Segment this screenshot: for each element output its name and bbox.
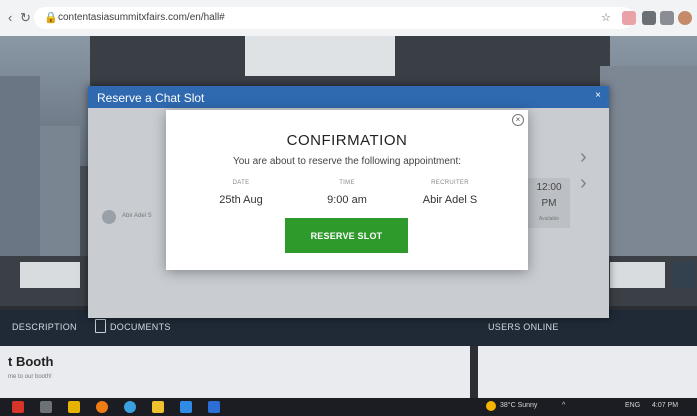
users-online-panel: [478, 346, 697, 398]
lock-icon: 🔒: [44, 12, 58, 24]
date-label: DATE: [232, 180, 250, 186]
app-icon[interactable]: [124, 401, 136, 413]
star-icon[interactable]: ☆: [601, 11, 611, 24]
scene-panel: [20, 262, 80, 288]
scene-next-button[interactable]: [672, 262, 696, 288]
folder-icon[interactable]: [152, 401, 164, 413]
back-arrow-icon[interactable]: ‹: [8, 10, 12, 25]
app-icon[interactable]: [68, 401, 80, 413]
app-icon[interactable]: [180, 401, 192, 413]
time-value: 9:00 am: [327, 194, 367, 206]
address-bar[interactable]: 🔒 contentasiasummitxfairs.com/en/hall#: [34, 7, 634, 29]
recruiter-label: RECRUITER: [431, 180, 469, 186]
app-icon[interactable]: [12, 401, 24, 413]
app-icon[interactable]: [208, 401, 220, 413]
dialog-title: Reserve a Chat Slot: [97, 91, 205, 105]
tab-description[interactable]: DESCRIPTION: [12, 322, 77, 332]
close-icon[interactable]: ×: [512, 114, 524, 126]
date-value: 25th Aug: [219, 194, 263, 206]
app-icon[interactable]: [96, 401, 108, 413]
reserve-slot-button[interactable]: RESERVE SLOT: [285, 218, 408, 253]
reload-icon[interactable]: ↻: [20, 10, 31, 26]
booth-title: t Booth: [8, 354, 54, 369]
chevron-up-icon[interactable]: ^: [562, 402, 565, 409]
recruiter-value: Abir Adel S: [422, 194, 478, 206]
confirmation-modal: × CONFIRMATION You are about to reserve …: [166, 110, 528, 270]
dialog-header: Reserve a Chat Slot ×: [88, 86, 609, 108]
booth-info: t Booth me to our booth!: [0, 346, 470, 398]
recruiter-avatar: [102, 210, 116, 224]
profile-avatar[interactable]: [678, 11, 692, 25]
windows-taskbar: 38°C Sunny ^ ENG 4:07 PM: [0, 398, 697, 416]
users-online-heading: USERS ONLINE: [488, 322, 559, 332]
sun-icon: [486, 401, 496, 411]
extension-icon[interactable]: [642, 11, 656, 25]
slot-status: Available: [538, 216, 560, 222]
confirmation-heading: CONFIRMATION: [286, 132, 408, 149]
scene-panel: [610, 262, 665, 288]
language-indicator[interactable]: ENG: [625, 402, 640, 409]
extensions-icon[interactable]: [660, 11, 674, 25]
time-label: TIME: [339, 180, 355, 186]
document-icon: [95, 319, 106, 333]
clock-time[interactable]: 4:07 PM: [652, 402, 678, 409]
confirmation-message: You are about to reserve the following a…: [232, 156, 462, 167]
chevron-right-icon[interactable]: ›: [580, 146, 587, 169]
booth-subtitle: me to our booth!: [8, 374, 52, 380]
app-icon[interactable]: [40, 401, 52, 413]
recruiter-name: Abir Adel S: [122, 213, 152, 219]
slot-time: 12:00: [536, 182, 562, 193]
weather-text[interactable]: 38°C Sunny: [500, 402, 537, 409]
chevron-right-icon[interactable]: ›: [580, 172, 587, 195]
tab-documents[interactable]: DOCUMENTS: [110, 322, 171, 332]
slot-period: PM: [541, 198, 557, 209]
url-text: contentasiasummitxfairs.com/en/hall#: [58, 12, 225, 23]
browser-toolbar: ‹ ↻ 🔒 contentasiasummitxfairs.com/en/hal…: [0, 0, 697, 37]
scene-booth-screen: [245, 36, 395, 76]
extension-icon[interactable]: [622, 11, 636, 25]
time-slot-card[interactable]: 12:00 PM Available: [528, 178, 570, 228]
close-icon[interactable]: ×: [595, 90, 601, 101]
